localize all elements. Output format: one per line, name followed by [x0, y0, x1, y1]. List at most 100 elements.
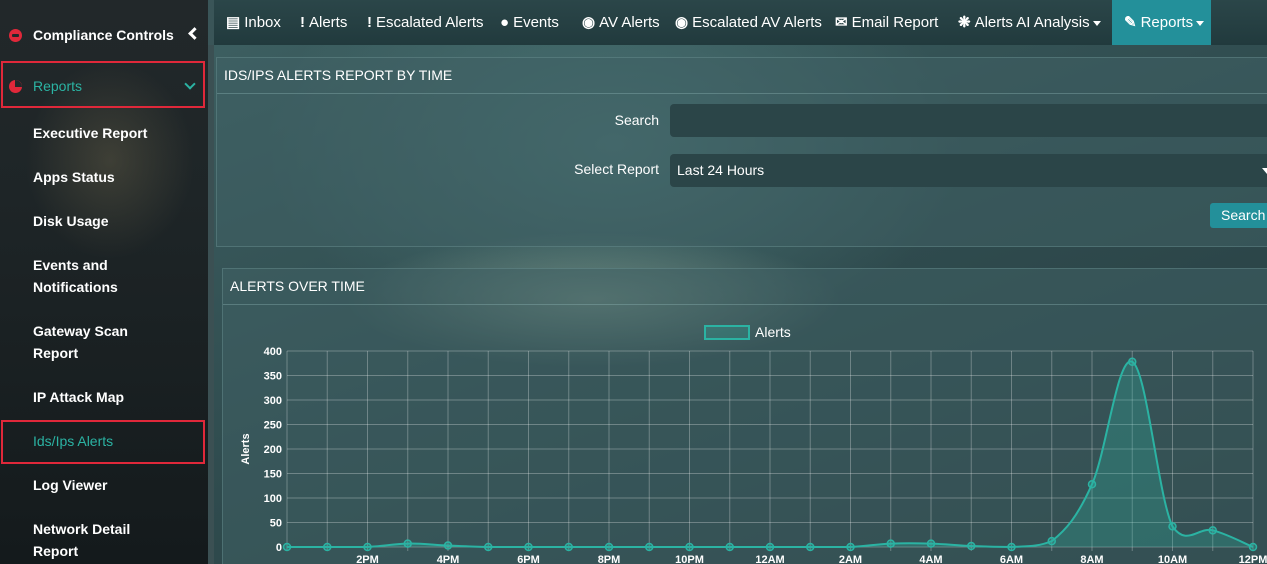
main-content: IDS/IPS ALERTS REPORT BY TIME Search Sel… — [208, 45, 1267, 564]
sidebar-item-label: Compliance Controls — [33, 27, 174, 43]
data-point — [886, 539, 895, 548]
nav-label: Escalated Alerts — [376, 14, 484, 31]
y-tick-label: 400 — [264, 346, 282, 358]
exclamation-icon: ! — [300, 14, 305, 31]
caret-down-icon — [1092, 20, 1101, 26]
data-point — [443, 541, 453, 550]
alerts-over-time-chart: 0 50 100 150 200 250 300 350 400 2PM 4PM 6PM 8PM 10PM… — [240, 324, 1267, 564]
y-tick-label: 0 — [276, 542, 282, 554]
highlight-box-ids-ips-alerts — [1, 420, 205, 464]
envelope-icon: ✉ — [835, 14, 848, 31]
y-tick-label: 200 — [264, 444, 282, 456]
legend-swatch — [704, 325, 750, 340]
nav-label: Alerts — [309, 14, 348, 31]
sidebar-subitem-log-viewer[interactable]: Log Viewer — [33, 474, 193, 496]
nav-reports[interactable]: ✎ Reports — [1112, 0, 1211, 45]
legend-label: Alerts — [755, 324, 791, 340]
sidebar-subitem-apps-status[interactable]: Apps Status — [33, 166, 193, 188]
select-report-dropdown[interactable]: Last 24 Hours — [670, 154, 1267, 187]
nav-alerts[interactable]: ! Alerts — [300, 0, 347, 45]
data-point — [604, 542, 614, 552]
nav-av-alerts[interactable]: ◉ AV Alerts — [582, 0, 660, 45]
nav-escalated-av-alerts[interactable]: ◉ Escalated AV Alerts — [675, 0, 822, 45]
gear-icon: ❋ — [958, 14, 971, 31]
data-point — [1208, 526, 1217, 535]
x-tick-label: 2AM — [839, 554, 862, 564]
sidebar-subitem-ip-attack-map[interactable]: IP Attack Map — [33, 386, 193, 408]
pencil-icon: ✎ — [1124, 14, 1137, 31]
nav-label: Email Report — [851, 14, 939, 31]
nav-label: Events — [513, 14, 559, 31]
data-point — [645, 542, 654, 552]
nav-escalated-alerts[interactable]: ! Escalated Alerts — [367, 0, 484, 45]
top-navigation: ▤ Inbox ! Alerts ! Escalated Alerts ● Events… — [208, 0, 1267, 45]
data-point — [323, 542, 332, 552]
exclamation-circle-icon: ● — [500, 14, 510, 31]
sidebar-subitem-disk-usage[interactable]: Disk Usage — [33, 210, 193, 232]
sidebar-subitem-network-detail-report[interactable]: Network Detail Report — [33, 518, 143, 562]
search-label: Search — [614, 112, 659, 128]
sidebar-subitem-executive-report[interactable]: Executive Report — [33, 122, 193, 144]
x-tick-label: 8PM — [598, 554, 621, 564]
shield-icon: ◉ — [582, 14, 596, 31]
x-tick-label: 10PM — [675, 554, 704, 564]
x-tick-label: 4AM — [919, 554, 942, 564]
data-point — [484, 542, 493, 552]
x-tick-label: 6PM — [517, 554, 540, 564]
data-point — [926, 539, 936, 548]
select-report-label: Select Report — [574, 161, 659, 177]
nav-inbox[interactable]: ▤ Inbox — [226, 0, 281, 45]
x-tick-label: 6AM — [1000, 554, 1023, 564]
inbox-icon: ▤ — [226, 14, 241, 31]
nav-label: Reports — [1140, 14, 1194, 31]
y-tick-label: 350 — [264, 371, 282, 383]
search-button[interactable]: Search — [1210, 203, 1267, 228]
highlight-box-reports — [1, 61, 205, 108]
y-axis-label: Alerts — [240, 433, 252, 464]
report-panel-title: IDS/IPS ALERTS REPORT BY TIME — [217, 58, 1267, 94]
data-point — [564, 542, 573, 552]
x-tick-label: 4PM — [437, 554, 460, 564]
shield-icon: ◉ — [675, 14, 689, 31]
data-point — [765, 542, 775, 552]
y-tick-label: 250 — [264, 420, 282, 432]
nav-alerts-ai-analysis[interactable]: ❋ Alerts AI Analysis — [958, 0, 1101, 45]
data-point — [1128, 357, 1137, 367]
nav-label: Inbox — [244, 14, 281, 31]
report-panel: IDS/IPS ALERTS REPORT BY TIME Search Sel… — [216, 57, 1267, 247]
nav-label: Alerts AI Analysis — [974, 14, 1090, 31]
data-point — [282, 542, 292, 552]
data-point — [685, 542, 694, 552]
sidebar-subitem-gateway-scan-report[interactable]: Gateway Scan Report — [33, 320, 143, 364]
nav-email-report[interactable]: ✉ Email Report — [835, 0, 938, 45]
x-tick-label: 2PM — [356, 554, 379, 564]
x-tick-label: 12AM — [755, 554, 784, 564]
chart-panel: ALERTS OVER TIME 0 50 100 150 200 250 300 350 40… — [222, 268, 1267, 564]
y-tick-label: 300 — [264, 395, 282, 407]
data-point — [1047, 536, 1056, 546]
data-point — [1087, 480, 1097, 489]
y-tick-label: 150 — [264, 469, 282, 481]
chevron-down-icon — [1262, 168, 1267, 174]
nav-events[interactable]: ● Events — [500, 0, 559, 45]
data-point — [806, 542, 815, 552]
x-tick-label: 8AM — [1080, 554, 1103, 564]
data-point — [403, 539, 412, 548]
x-tick-label: 12PM — [1239, 554, 1267, 564]
nav-label: Escalated AV Alerts — [692, 14, 822, 31]
data-point — [524, 542, 533, 552]
data-point — [1168, 522, 1177, 531]
data-point — [967, 541, 976, 551]
sidebar-subitem-events-notifications[interactable]: Events and Notifications — [33, 254, 143, 298]
data-point — [1248, 542, 1258, 552]
compliance-icon — [9, 29, 22, 42]
caret-down-icon — [1196, 20, 1205, 26]
search-input[interactable] — [670, 104, 1267, 137]
data-point — [363, 542, 372, 552]
select-report-value: Last 24 Hours — [677, 162, 765, 178]
data-point — [846, 542, 855, 552]
sidebar-item-compliance-controls[interactable]: Compliance Controls — [0, 24, 208, 46]
y-tick-label: 50 — [270, 518, 282, 530]
y-tick-label: 100 — [264, 493, 282, 505]
data-point — [725, 542, 734, 552]
